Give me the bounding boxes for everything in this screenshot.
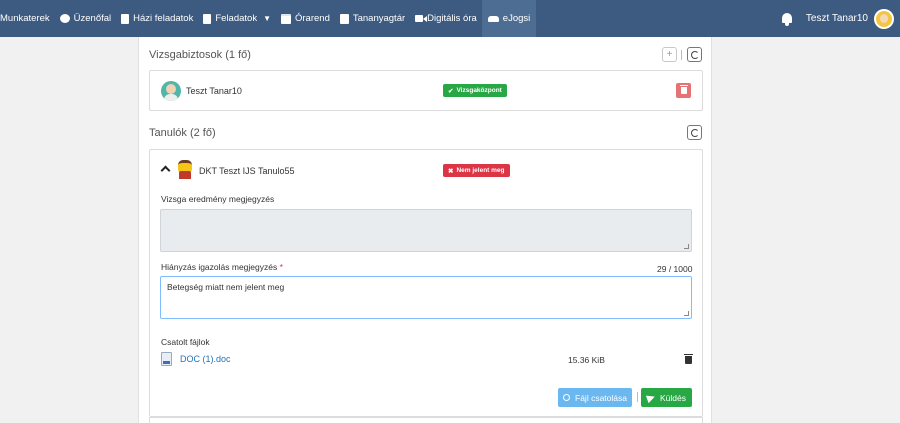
check-icon: ✔ — [448, 87, 454, 95]
user-avatar[interactable] — [874, 8, 894, 29]
nav-item-feladatok[interactable]: Feladatok ▼ — [198, 0, 276, 37]
result-note-textarea — [160, 209, 692, 252]
refresh-students-button[interactable] — [687, 125, 702, 140]
resize-handle[interactable] — [684, 311, 689, 316]
nav-item-label: Házi feladatok — [133, 13, 194, 24]
nav-item-orarend[interactable]: Órarend — [276, 0, 335, 37]
file-size: 15.36 KiB — [568, 355, 605, 365]
nav-menu: Munkaterek Üzenőfal Házi feladatok Felad… — [0, 0, 537, 37]
divider — [681, 50, 682, 60]
resize-handle — [684, 244, 689, 249]
next-card-edge — [149, 417, 703, 423]
document-icon — [203, 13, 212, 24]
nav-item-munkaterek[interactable]: Munkaterek — [0, 0, 55, 37]
result-note-label: Vizsga eredmény megjegyzés — [161, 194, 275, 204]
send-button[interactable]: Küldés — [641, 388, 692, 407]
paperclip-icon — [561, 392, 572, 403]
plus-icon: + — [666, 49, 673, 60]
caret-down-icon: ▼ — [263, 14, 271, 23]
send-label: Küldés — [660, 392, 686, 403]
chevron-up-icon[interactable] — [160, 165, 171, 176]
badge-label: Nem jelent meg — [456, 167, 505, 174]
calendar-icon — [281, 13, 291, 24]
x-icon: ✖ — [448, 167, 454, 175]
nav-item-label: Órarend — [295, 13, 330, 24]
nav-item-label: Digitális óra — [427, 13, 477, 24]
examiner-avatar — [161, 81, 181, 101]
main-panel: Vizsgabiztosok (1 fő) + Teszt Tanar10 ✔ … — [138, 37, 712, 423]
examiners-title: Vizsgabiztosok (1 fő) — [149, 49, 251, 61]
refresh-icon — [690, 128, 699, 137]
nav-item-uzenofal[interactable]: Üzenőfal — [55, 0, 117, 37]
status-badge: ✖ Nem jelent meg — [443, 164, 510, 177]
absence-note-value: Betegség miatt nem jelent meg — [167, 282, 285, 292]
absence-note-label: Hiányzás igazolás megjegyzés * — [161, 262, 283, 272]
attach-file-label: Fájl csatolása — [575, 392, 627, 403]
status-badge: ✔ Vizsgaközpont — [443, 84, 507, 97]
refresh-icon — [690, 50, 699, 59]
chat-icon — [59, 14, 70, 23]
attach-file-button[interactable]: Fájl csatolása — [558, 388, 632, 407]
nav-item-label: Üzenőfal — [73, 13, 112, 24]
nav-item-hazi-feladatok[interactable]: Házi feladatok — [116, 0, 198, 37]
students-title: Tanulók (2 fő) — [149, 127, 216, 139]
add-examiner-button[interactable]: + — [662, 47, 677, 62]
badge-label: Vizsgaközpont — [456, 87, 502, 94]
absence-note-label-text: Hiányzás igazolás megjegyzés — [161, 262, 278, 272]
nav-item-label: Feladatok — [215, 13, 258, 24]
document-icon — [121, 13, 130, 24]
file-link[interactable]: DOC (1).doc — [180, 354, 231, 364]
nav-item-label: Munkaterek — [0, 13, 50, 24]
nav-item-ejogsi[interactable]: eJogsi — [481, 0, 537, 37]
nav-item-digitalis-ora[interactable]: Digitális óra — [410, 0, 482, 37]
bell-icon[interactable] — [780, 12, 794, 26]
doc-file-icon — [161, 352, 172, 366]
nav-item-label: Tananyagtár — [352, 13, 406, 24]
book-icon — [339, 13, 349, 24]
char-counter: 29 / 1000 — [657, 264, 693, 274]
delete-examiner-button[interactable] — [676, 83, 691, 98]
user-name[interactable]: Teszt Tanar10 — [806, 13, 868, 24]
student-avatar — [175, 159, 195, 179]
delete-file-icon[interactable] — [684, 354, 693, 364]
trash-icon — [679, 85, 688, 94]
paper-plane-icon — [645, 392, 657, 403]
required-marker: * — [279, 262, 283, 272]
attached-files-label: Csatolt fájlok — [161, 337, 210, 347]
nav-item-tananyagtar[interactable]: Tananyagtár — [335, 0, 410, 37]
refresh-examiners-button[interactable] — [687, 47, 702, 62]
absence-note-textarea[interactable]: Betegség miatt nem jelent meg — [160, 276, 692, 319]
car-icon — [487, 15, 499, 22]
student-card: DKT Teszt IJS Tanulo55 ✖ Nem jelent meg … — [149, 149, 703, 417]
divider — [637, 392, 638, 402]
nav-user-area: Teszt Tanar10 — [780, 0, 894, 37]
examiner-name: Teszt Tanar10 — [186, 86, 242, 96]
nav-item-label: eJogsi — [502, 13, 531, 24]
examiner-card: Teszt Tanar10 ✔ Vizsgaközpont — [149, 70, 703, 111]
video-icon — [415, 15, 424, 22]
student-name: DKT Teszt IJS Tanulo55 — [199, 166, 295, 176]
top-navbar: Munkaterek Üzenőfal Házi feladatok Felad… — [0, 0, 900, 37]
